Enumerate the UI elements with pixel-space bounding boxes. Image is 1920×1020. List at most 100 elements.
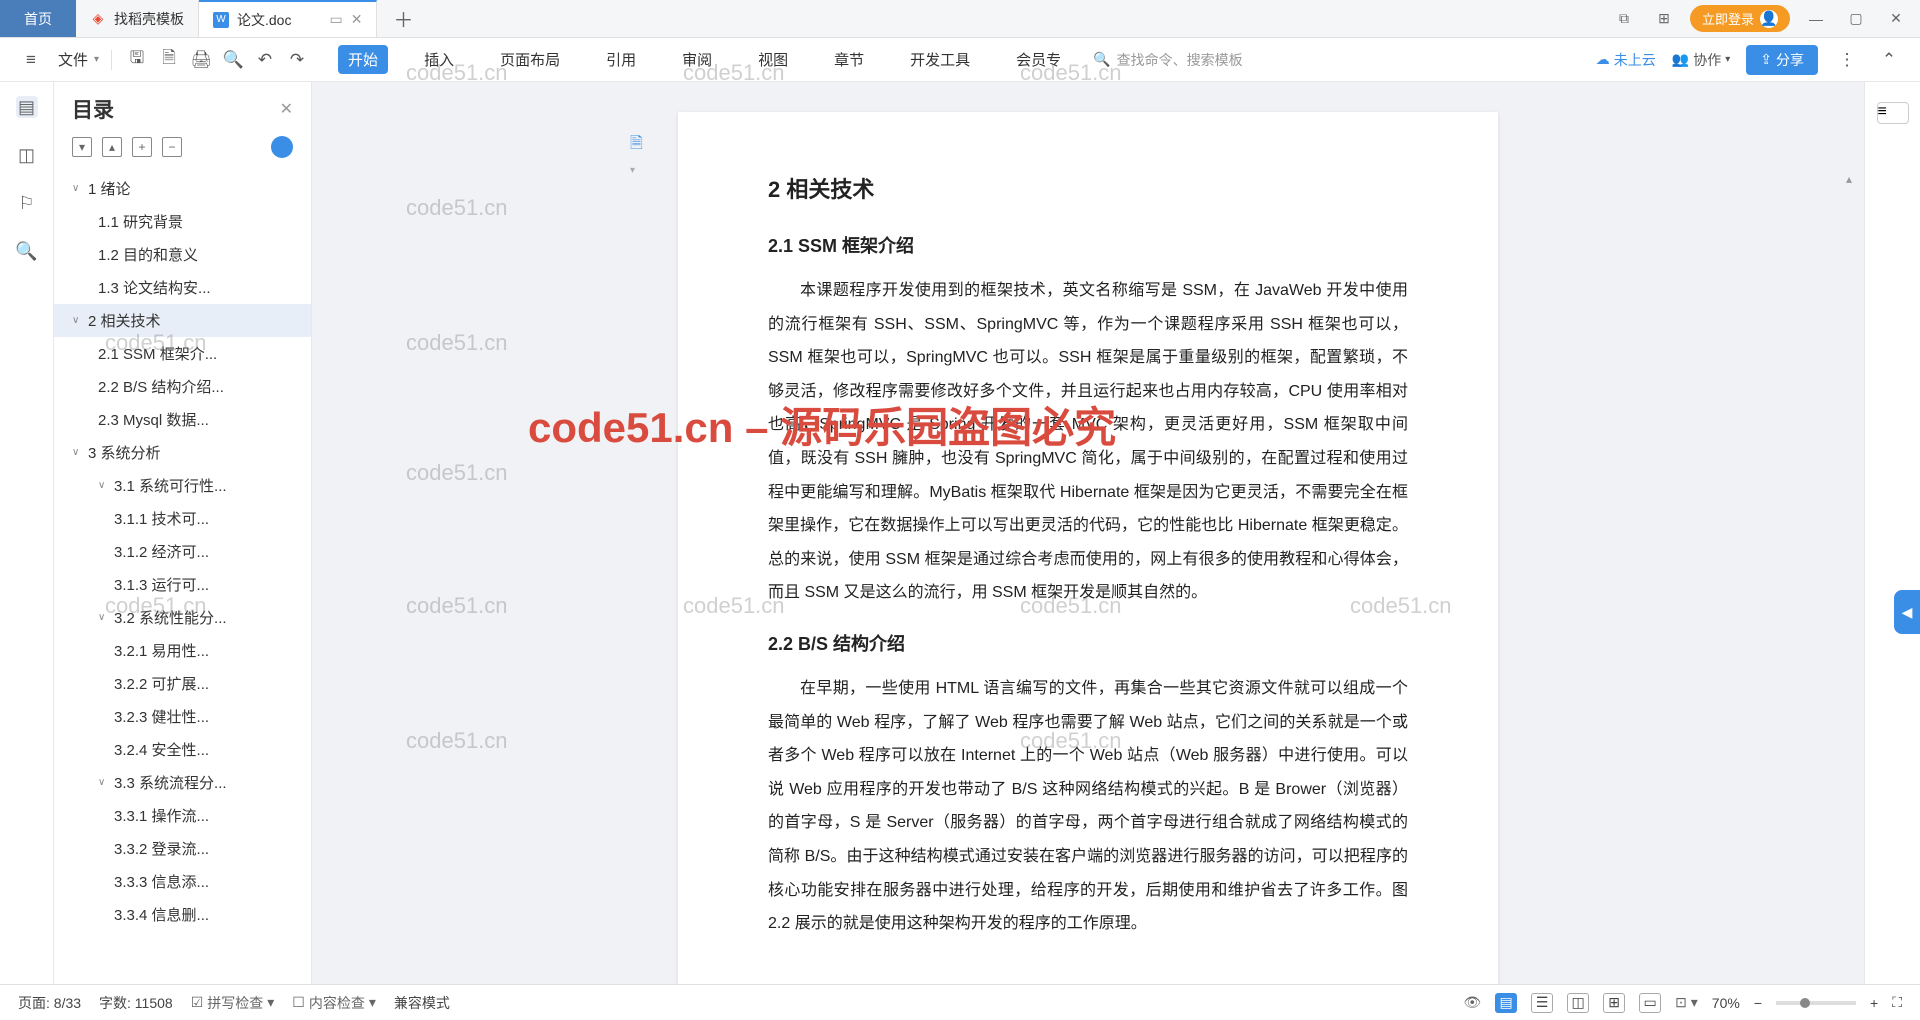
people-icon: 👥	[1672, 51, 1689, 68]
layout-icon[interactable]: ⧉	[1610, 5, 1638, 33]
outline-item[interactable]: 3.3.4 信息删...	[54, 898, 311, 931]
close-tab-icon[interactable]: ✕	[351, 11, 363, 28]
outline-item[interactable]: 3.2.4 安全性...	[54, 733, 311, 766]
outline-item[interactable]: 3.3.1 操作流...	[54, 799, 311, 832]
page-tool-chev[interactable]: ▾	[630, 165, 643, 176]
cloud-status[interactable]: ☁ 未上云	[1596, 50, 1656, 70]
undo-icon[interactable]: ↶	[252, 47, 278, 73]
outline-item[interactable]: 2.1 SSM 框架介...	[54, 337, 311, 370]
tab-label: 找稻壳模板	[114, 9, 184, 29]
content-check-button[interactable]: ☐ 内容检查 ▾	[292, 993, 376, 1013]
command-search[interactable]: 🔍 查找命令、搜索模板	[1093, 50, 1242, 70]
outline-item[interactable]: 2.3 Mysql 数据...	[54, 403, 311, 436]
close-button[interactable]: ✕	[1882, 5, 1910, 33]
ai-icon[interactable]	[271, 136, 293, 158]
outline-rail-icon[interactable]: ▤	[16, 96, 38, 118]
redo-icon[interactable]: ↷	[284, 47, 310, 73]
heading-3: 2.1 SSM 框架介绍	[768, 232, 1408, 258]
left-rail: ▤ ◫ ⚐ 🔍	[0, 82, 54, 984]
zoom-in-icon[interactable]: +	[1870, 995, 1878, 1011]
outline-item[interactable]: ∨1 绪论	[54, 172, 311, 205]
view-fullwidth-icon[interactable]: ▭	[1639, 993, 1661, 1013]
print-icon[interactable]: 🖨	[188, 47, 214, 73]
search-rail-icon[interactable]: 🔍	[16, 240, 38, 262]
maximize-button[interactable]: ▢	[1842, 5, 1870, 33]
collapse-all-icon[interactable]: ▾	[72, 137, 92, 157]
add-heading-icon[interactable]: +	[132, 137, 152, 157]
outline-item[interactable]: 3.2.2 可扩展...	[54, 667, 311, 700]
outline-item[interactable]: 1.1 研究背景	[54, 205, 311, 238]
login-label: 立即登录	[1702, 9, 1754, 28]
ribbon-tab-3[interactable]: 引用	[596, 45, 646, 74]
outline-item[interactable]: 3.2.1 易用性...	[54, 634, 311, 667]
menu-icon[interactable]: ≡	[18, 47, 44, 73]
outline-item[interactable]: 3.3.3 信息添...	[54, 865, 311, 898]
scroll-top-icon[interactable]: ▴	[1846, 172, 1860, 186]
ribbon-tabs: 开始插入页面布局引用审阅视图章节开发工具会员专	[338, 45, 1071, 74]
tab-label: 论文.doc	[237, 10, 291, 30]
tab-home[interactable]: 首页	[0, 0, 76, 37]
outline-item[interactable]: ∨3 系统分析	[54, 436, 311, 469]
ribbon-tab-0[interactable]: 开始	[338, 45, 388, 74]
zoom-slider[interactable]	[1776, 1001, 1856, 1005]
view-outline-icon[interactable]: ☰	[1531, 993, 1553, 1013]
fullscreen-icon[interactable]: ⛶	[1892, 994, 1902, 1011]
outline-item[interactable]: ∨2 相关技术	[54, 304, 311, 337]
side-collapse-tab[interactable]: ◀	[1894, 590, 1920, 634]
minimize-button[interactable]: —	[1802, 5, 1830, 33]
page-indicator[interactable]: 页面: 8/33	[18, 993, 81, 1013]
outline-item[interactable]: 3.3.2 登录流...	[54, 832, 311, 865]
new-tab-button[interactable]: ＋	[377, 0, 429, 37]
spellcheck-button[interactable]: ☑ 拼写检查 ▾	[191, 993, 275, 1013]
more-icon[interactable]: ⋮	[1834, 47, 1860, 73]
eye-icon[interactable]: 👁	[1463, 994, 1481, 1011]
outline-item[interactable]: 1.2 目的和意义	[54, 238, 311, 271]
view-read-icon[interactable]: ◫	[1567, 993, 1589, 1013]
fit-page-icon[interactable]: ⊡ ▾	[1675, 994, 1698, 1011]
panel-toggle[interactable]: ≡	[1877, 102, 1909, 124]
remove-heading-icon[interactable]: −	[162, 137, 182, 157]
bookmark-rail-icon[interactable]: ◫	[16, 144, 38, 166]
outline-item[interactable]: 3.1.2 经济可...	[54, 535, 311, 568]
flag-rail-icon[interactable]: ⚐	[16, 192, 38, 214]
ribbon-tab-7[interactable]: 开发工具	[900, 45, 980, 74]
outline-item[interactable]: 2.2 B/S 结构介绍...	[54, 370, 311, 403]
view-web-icon[interactable]: ⊞	[1603, 993, 1625, 1013]
save-icon[interactable]: 🖫	[124, 47, 150, 73]
word-count[interactable]: 字数: 11508	[99, 993, 173, 1013]
toolbar: ≡ 文件 ▾ 🖫 🗎 🖨 🔍 ↶ ↷ 开始插入页面布局引用审阅视图章节开发工具会…	[0, 38, 1920, 82]
file-menu[interactable]: 文件	[58, 49, 88, 70]
tab-document[interactable]: W 论文.doc ▭ ✕	[199, 0, 377, 37]
outline-item[interactable]: ∨3.3 系统流程分...	[54, 766, 311, 799]
collab-label: 协作	[1693, 50, 1721, 70]
ribbon-tab-5[interactable]: 视图	[748, 45, 798, 74]
saveas-icon[interactable]: 🗎	[156, 47, 182, 73]
collapse-ribbon-icon[interactable]: ⌃	[1876, 47, 1902, 73]
ribbon-tab-1[interactable]: 插入	[414, 45, 464, 74]
outline-item[interactable]: 3.2.3 健壮性...	[54, 700, 311, 733]
outline-item[interactable]: 3.1.1 技术可...	[54, 502, 311, 535]
outline-item[interactable]: 1.3 论文结构安...	[54, 271, 311, 304]
share-button[interactable]: ⇪ 分享	[1746, 45, 1818, 75]
zoom-value[interactable]: 70%	[1712, 995, 1740, 1011]
outline-item[interactable]: ∨3.1 系统可行性...	[54, 469, 311, 502]
tab-templates[interactable]: ◈ 找稻壳模板	[76, 0, 199, 37]
outline-item[interactable]: ∨3.2 系统性能分...	[54, 601, 311, 634]
collaborate-button[interactable]: 👥 协作 ▾	[1672, 50, 1730, 70]
apps-icon[interactable]: ⊞	[1650, 5, 1678, 33]
window-icon[interactable]: ▭	[329, 11, 342, 28]
zoom-out-icon[interactable]: −	[1754, 995, 1762, 1011]
ribbon-tab-6[interactable]: 章节	[824, 45, 874, 74]
close-panel-icon[interactable]: ✕	[280, 99, 293, 119]
login-button[interactable]: 立即登录 👤	[1690, 5, 1790, 32]
ribbon-tab-4[interactable]: 审阅	[672, 45, 722, 74]
ribbon-tab-8[interactable]: 会员专	[1006, 45, 1071, 74]
outline-item[interactable]: 3.1.3 运行可...	[54, 568, 311, 601]
preview-icon[interactable]: 🔍	[220, 47, 246, 73]
compat-mode: 兼容模式	[394, 993, 450, 1013]
page-doc-icon[interactable]: 🗎	[630, 132, 643, 159]
ribbon-tab-2[interactable]: 页面布局	[490, 45, 570, 74]
view-page-icon[interactable]: ▤	[1495, 993, 1517, 1013]
expand-all-icon[interactable]: ▴	[102, 137, 122, 157]
search-icon: 🔍	[1093, 51, 1110, 68]
